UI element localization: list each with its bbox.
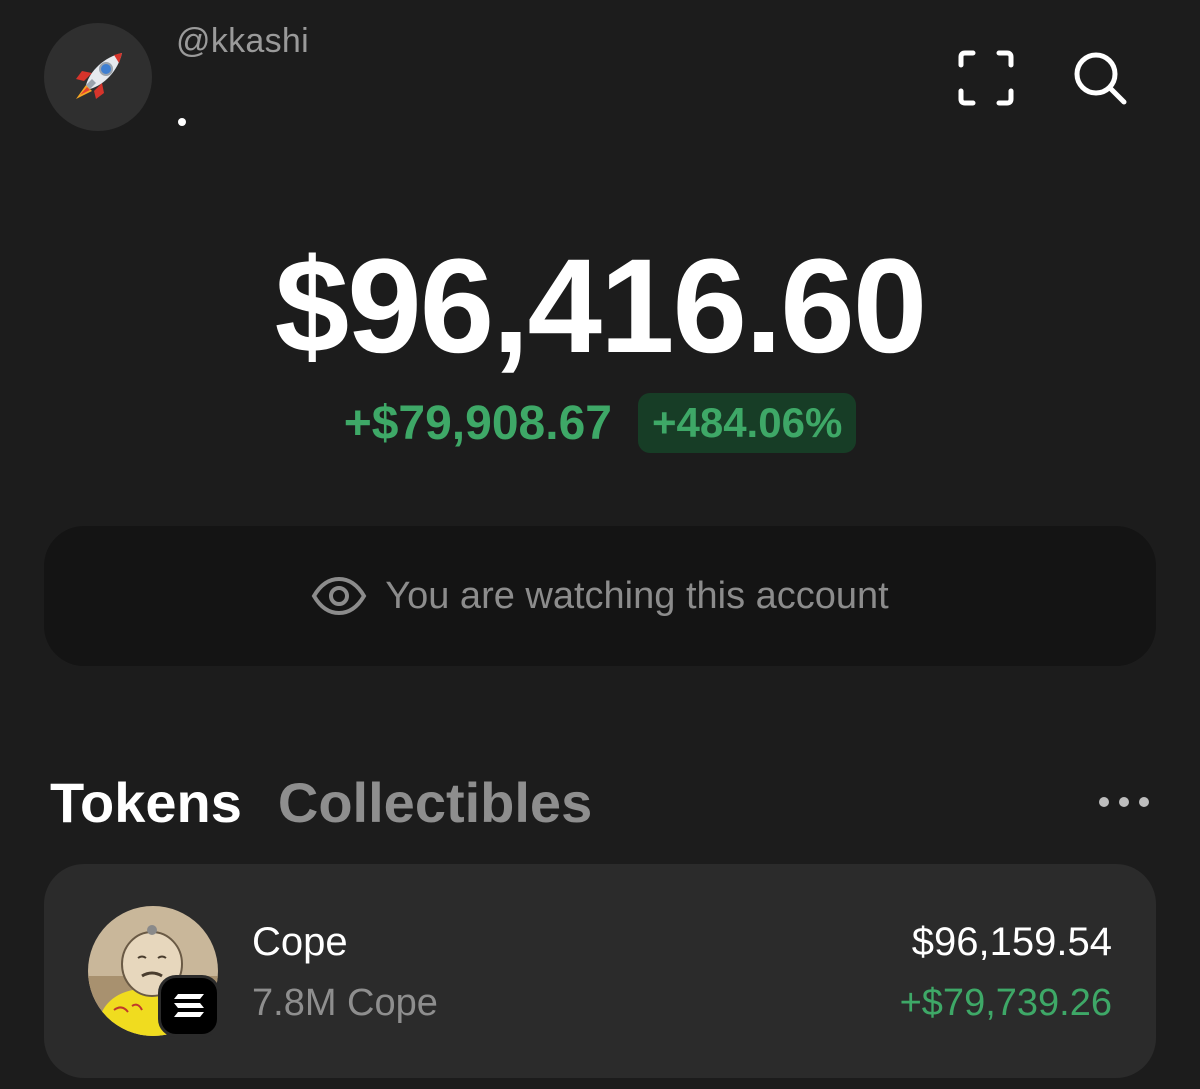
profile-avatar[interactable] [44,23,152,131]
token-change: +$79,739.26 [899,982,1112,1024]
scan-button[interactable] [956,48,1016,108]
token-value: $96,159.54 [911,920,1112,964]
balance-change-row: +$79,908.67 +484.06% [0,393,1200,453]
watching-account-banner: You are watching this account [44,526,1156,666]
token-name: Cope [252,920,348,964]
more-dots-icon [1099,797,1149,807]
search-icon [1074,52,1127,105]
tab-collectibles[interactable]: Collectibles [278,770,592,835]
rocket-icon [76,53,122,99]
token-amount: 7.8M Cope [252,982,438,1024]
more-options-button[interactable] [1096,790,1152,814]
asset-tabs: Tokens Collectibles [50,770,592,835]
solana-chain-badge [158,975,220,1037]
solana-icon [174,994,204,1017]
total-balance: $96,416.60 [274,232,928,381]
username: @kkashi [176,22,309,60]
wallet-screen: @kkashi $96,416.60 +$79,908.67 +484.06% … [0,0,1200,1089]
scan-icon [958,50,1014,106]
search-button[interactable] [1070,48,1130,108]
balance-change-percent-badge: +484.06% [637,393,857,453]
eye-icon [311,576,367,616]
balance-change-amount: +$79,908.67 [343,396,612,450]
token-row-cope[interactable]: Cope 7.8M Cope $96,159.54 +$79,739.26 [44,864,1156,1078]
tab-tokens[interactable]: Tokens [50,770,242,835]
watching-account-text: You are watching this account [385,574,889,617]
status-dot [178,118,186,126]
